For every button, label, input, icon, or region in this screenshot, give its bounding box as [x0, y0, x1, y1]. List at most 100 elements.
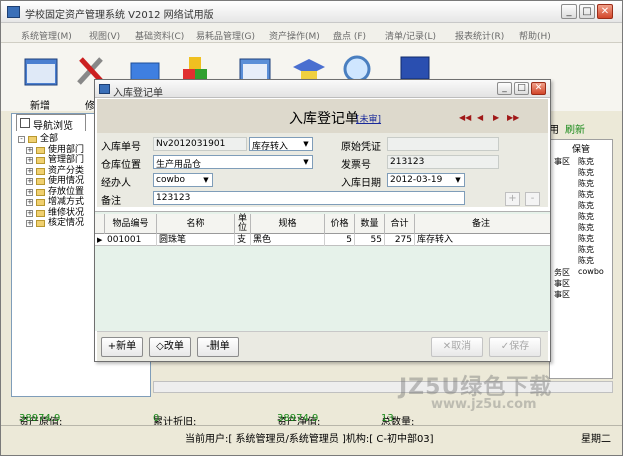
- handler-select[interactable]: cowbo ▼: [153, 173, 213, 187]
- expand-icon[interactable]: +: [26, 146, 33, 154]
- folder-icon: [36, 199, 45, 206]
- form-title: 入库登记单: [289, 111, 359, 127]
- tree-item-label: 全部: [40, 134, 59, 144]
- list-cell: 事区: [554, 290, 570, 299]
- chevron-down-icon[interactable]: ▼: [300, 156, 312, 168]
- column-header-price[interactable]: 价格: [325, 214, 355, 234]
- column-header-remark[interactable]: 备注: [415, 214, 547, 234]
- nav-browse-tab[interactable]: 导航浏览: [16, 114, 86, 132]
- form-body: 入库单号 Nv2012031901 库存转入 ▼ 原始凭证 仓库位置 生产用品仓…: [97, 133, 548, 207]
- invoice-field[interactable]: 213123: [387, 155, 499, 169]
- table-row[interactable]: ▶ 001001 圆珠笔 支 黑色 5 55 275 库存转入: [95, 234, 550, 246]
- dialog-title: 入库登记单: [113, 88, 163, 99]
- column-header-name[interactable]: 名称: [157, 214, 235, 234]
- warehouse-select[interactable]: 生产用品仓 ▼: [153, 155, 313, 169]
- expand-icon[interactable]: +: [26, 157, 33, 164]
- new-tool-button[interactable]: 新增: [15, 47, 65, 112]
- column-header-unit[interactable]: 单位: [235, 214, 251, 234]
- menu-lists[interactable]: 清单/记录(L): [385, 29, 436, 42]
- close-button[interactable]: ✕: [597, 4, 613, 19]
- cell-remark[interactable]: 库存转入: [415, 234, 547, 246]
- menu-inventory[interactable]: 盘点 (F): [333, 29, 366, 42]
- handler-label: 经办人: [101, 178, 131, 189]
- menu-reports[interactable]: 报表统计(R): [455, 29, 504, 42]
- folder-icon: [36, 178, 45, 185]
- new-window-icon: [24, 58, 58, 86]
- menu-help[interactable]: 帮助(H): [519, 29, 551, 42]
- add-line-button[interactable]: +: [505, 192, 520, 206]
- tree-item-label: 增减方式: [48, 197, 85, 207]
- dialog-title-bar: 入库登记单 _ □ ✕: [95, 80, 550, 99]
- list-cell: 陈克: [578, 256, 594, 265]
- menu-view[interactable]: 视图(V): [89, 29, 120, 42]
- column-header-qty[interactable]: 数量: [355, 214, 385, 234]
- dialog-close-button[interactable]: ✕: [531, 82, 546, 95]
- stock-type-value: 库存转入: [252, 142, 289, 151]
- stock-type-select[interactable]: 库存转入 ▼: [249, 137, 313, 151]
- save-button[interactable]: ✓保存: [489, 337, 541, 357]
- chevron-down-icon[interactable]: ▼: [200, 174, 212, 186]
- folder-icon: [36, 157, 45, 164]
- chevron-down-icon[interactable]: ▼: [452, 174, 464, 186]
- date-picker[interactable]: 2012-03-19 ▼: [387, 173, 465, 187]
- dialog-maximize-button[interactable]: □: [514, 82, 529, 95]
- prev-record-icon[interactable]: ◀: [477, 113, 483, 122]
- list-cell: 陈克: [578, 245, 594, 254]
- collapse-icon[interactable]: -: [18, 136, 25, 143]
- cell-code[interactable]: 001001: [105, 234, 157, 246]
- nav-tab-label: 导航浏览: [33, 121, 73, 132]
- last-record-icon[interactable]: ▶▶: [507, 113, 519, 122]
- cell-total[interactable]: 275: [385, 234, 415, 246]
- app-title: 学校固定资产管理系统 V2012 网络试用版: [25, 10, 214, 21]
- orig-voucher-label: 原始凭证: [341, 142, 381, 153]
- list-cell: 事区: [554, 157, 570, 166]
- folder-icon: [36, 167, 45, 175]
- minimize-button[interactable]: _: [561, 4, 577, 19]
- cell-qty[interactable]: 55: [355, 234, 385, 246]
- menu-consumables[interactable]: 易耗品管理(G): [196, 29, 255, 42]
- menu-asset-ops[interactable]: 资产操作(M): [269, 29, 320, 42]
- detail-grid[interactable]: 物品编号 名称 单位 规格 价格 数量 合计 备注 ▶ 001001 圆珠笔 支…: [95, 211, 550, 331]
- asset-list-grid[interactable]: 保管 事区 陈克 陈克 陈克 陈克 陈克 陈克 陈克 陈克 陈克 陈克 务区 c…: [549, 139, 613, 379]
- app-icon: [7, 6, 20, 18]
- first-record-icon[interactable]: ◀◀: [459, 113, 471, 122]
- cell-spec[interactable]: 黑色: [251, 234, 325, 246]
- menu-basic-data[interactable]: 基础资料(C): [135, 29, 184, 42]
- folder-icon: [36, 188, 45, 196]
- cancel-button[interactable]: ✕取消: [431, 337, 483, 357]
- column-header-code[interactable]: 物品编号: [105, 214, 157, 234]
- cell-price[interactable]: 5: [325, 234, 355, 246]
- next-record-icon[interactable]: ▶: [493, 113, 499, 122]
- cell-unit[interactable]: 支: [235, 234, 251, 246]
- row-indicator-header: [95, 214, 105, 234]
- expand-icon[interactable]: +: [26, 167, 33, 175]
- refresh-link[interactable]: 刷新: [565, 121, 585, 136]
- expand-icon[interactable]: +: [26, 178, 33, 185]
- edit-doc-button[interactable]: ◇改单: [149, 337, 191, 357]
- expand-icon[interactable]: +: [26, 209, 33, 217]
- maximize-button[interactable]: □: [579, 4, 595, 19]
- expand-icon[interactable]: +: [26, 220, 33, 227]
- new-doc-button[interactable]: +新单: [101, 337, 143, 357]
- folder-icon: [28, 136, 37, 143]
- audit-status-link[interactable]: [未审]: [356, 112, 381, 125]
- expand-icon[interactable]: +: [26, 188, 33, 196]
- remark-field[interactable]: 123123: [153, 191, 465, 205]
- list-cell: 事区: [554, 279, 570, 288]
- status-bar: 当前用户:[ 系统管理员/系统管理员 ]机构:[ C-初中部03] 星期二: [1, 425, 622, 445]
- chevron-down-icon[interactable]: ▼: [300, 138, 312, 150]
- column-header-total[interactable]: 合计: [385, 214, 415, 234]
- column-header-keeper[interactable]: 保管: [572, 142, 590, 153]
- cell-name[interactable]: 圆珠笔: [157, 234, 235, 246]
- menu-system[interactable]: 系统管理(M): [21, 29, 72, 42]
- tree-item-label: 使用部门: [48, 144, 85, 155]
- doc-no-field[interactable]: Nv2012031901: [153, 137, 247, 151]
- delete-doc-button[interactable]: -删单: [197, 337, 239, 357]
- orig-voucher-field[interactable]: [387, 137, 499, 151]
- cancel-label: 取消: [451, 341, 472, 352]
- dialog-minimize-button[interactable]: _: [497, 82, 512, 95]
- remove-line-button[interactable]: -: [525, 192, 540, 206]
- weekday-status: 星期二: [581, 434, 611, 445]
- expand-icon[interactable]: +: [26, 199, 33, 206]
- column-header-spec[interactable]: 规格: [251, 214, 325, 234]
